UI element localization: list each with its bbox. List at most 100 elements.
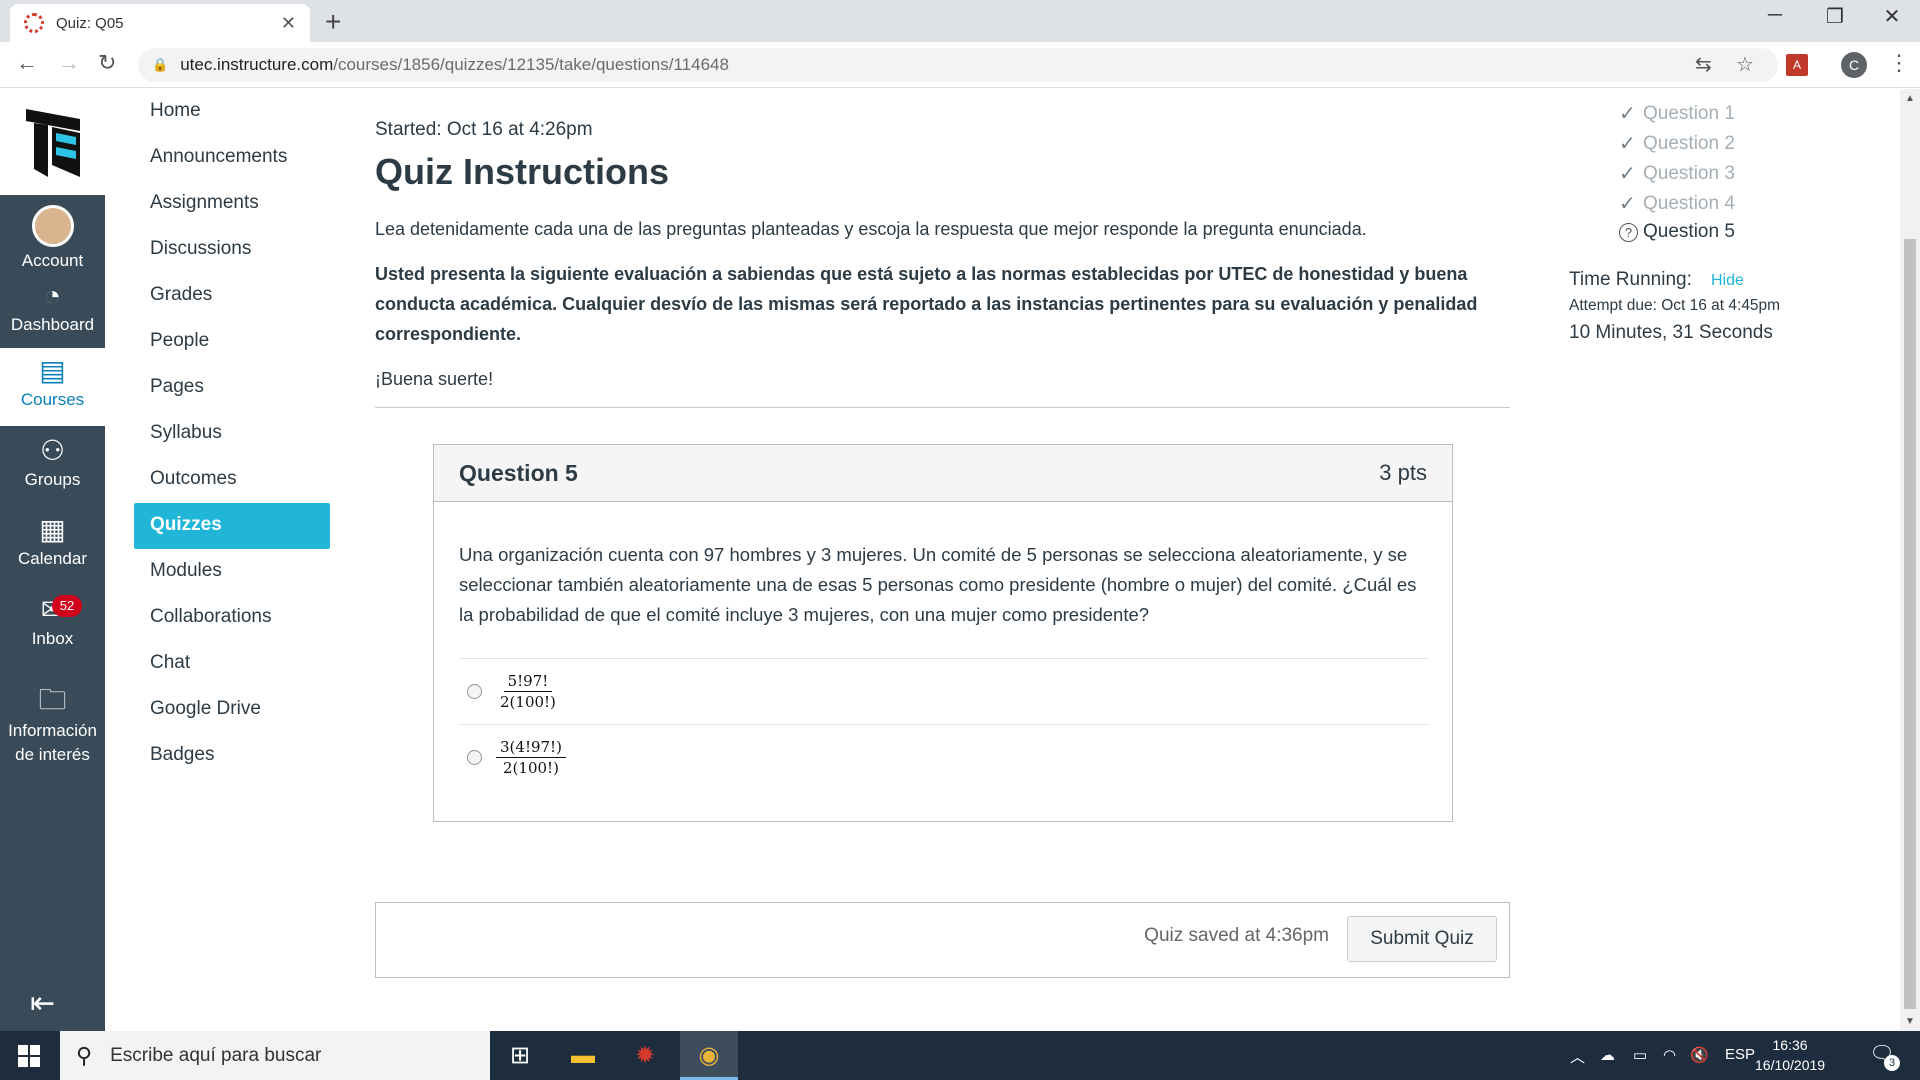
course-nav-home[interactable]: Home [134, 89, 330, 135]
answer-option[interactable]: 5!97! 2(100!) [459, 658, 1429, 724]
back-icon[interactable]: ← [16, 50, 38, 76]
reload-icon[interactable]: ↻ [98, 50, 116, 76]
course-nav-modules[interactable]: Modules [134, 549, 330, 595]
tray-chevron-icon[interactable]: ︿ [1570, 1046, 1585, 1067]
pdf-extension-icon[interactable]: A [1786, 54, 1808, 76]
hide-timer-link[interactable]: Hide [1711, 272, 1744, 290]
answer-fraction: 5!97! 2(100!) [496, 672, 560, 711]
search-placeholder: Escribe aquí para buscar [110, 1044, 322, 1066]
course-nav-people[interactable]: People [134, 319, 330, 365]
system-clock[interactable]: 16:36 16/10/2019 [1755, 1035, 1825, 1075]
new-tab-icon[interactable]: + [325, 6, 341, 38]
browser-tab-strip: Quiz: Q05 ✕ + ─ ❐ ✕ [0, 0, 1920, 42]
chrome-taskbar-button[interactable]: ◉ [680, 1031, 738, 1080]
page-scrollbar[interactable]: ▲ ▼ [1900, 89, 1920, 1031]
url-path: /courses/1856/quizzes/12135/take/questio… [333, 55, 729, 74]
fraction-denominator: 2(100!) [503, 759, 559, 777]
close-window-icon[interactable]: ✕ [1862, 4, 1920, 29]
restore-icon[interactable]: ❐ [1805, 4, 1865, 29]
course-nav-outcomes[interactable]: Outcomes [134, 457, 330, 503]
file-explorer-icon[interactable]: ▬ [568, 1041, 598, 1071]
divider [375, 407, 1510, 408]
dashboard-icon: ◔ [44, 280, 61, 311]
windows-taskbar: ⚲ Escribe aquí para buscar ⊞ ▬ ✹ ◉ ︿ ☁ ▭… [0, 1031, 1920, 1080]
translate-icon[interactable]: ⇆ [1695, 52, 1712, 77]
global-nav-label: Groups [24, 470, 81, 489]
scroll-down-icon[interactable]: ▼ [1905, 1016, 1915, 1027]
address-bar[interactable]: 🔒 utec.instructure.com/courses/1856/quiz… [138, 48, 1778, 82]
question-link-2[interactable]: ✓ Question 2 [1619, 131, 1735, 156]
task-view-icon[interactable]: ⊞ [505, 1041, 535, 1071]
taskbar-search[interactable]: ⚲ Escribe aquí para buscar [60, 1031, 490, 1080]
battery-icon[interactable]: ▭ [1633, 1046, 1647, 1064]
fraction-denominator: 2(100!) [500, 693, 556, 711]
instructions-text: Lea detenidamente cada una de las pregun… [375, 219, 1367, 239]
check-icon: ✓ [1619, 193, 1636, 215]
onedrive-icon[interactable]: ☁ [1600, 1046, 1615, 1064]
browser-toolbar: ← → ↻ 🔒 utec.instructure.com/courses/185… [0, 42, 1920, 88]
course-navigation: Home Announcements Assignments Discussio… [134, 89, 330, 779]
answer-radio[interactable] [467, 750, 482, 765]
course-nav-collaborations[interactable]: Collaborations [134, 595, 330, 641]
chrome-icon: ◉ [698, 1042, 720, 1069]
course-nav-quizzes[interactable]: Quizzes [134, 503, 330, 549]
wifi-icon[interactable]: ◠ [1663, 1046, 1676, 1064]
app-icon[interactable]: ✹ [630, 1041, 660, 1071]
speaker-muted-icon[interactable]: 🔇 [1690, 1046, 1709, 1064]
scroll-thumb[interactable] [1904, 239, 1916, 1009]
global-nav-label: Información de interés [8, 721, 97, 764]
question-link-5[interactable]: ? Question 5 [1619, 221, 1735, 243]
quiz-saved-status: Quiz saved at 4:36pm [1144, 925, 1329, 946]
language-indicator[interactable]: ESP [1725, 1046, 1755, 1063]
collapse-nav-icon[interactable]: ⇤ [30, 986, 55, 1021]
course-nav-grades[interactable]: Grades [134, 273, 330, 319]
menu-dots-icon[interactable]: ⋮ [1888, 50, 1910, 76]
global-nav-dashboard[interactable]: ◔ Dashboard [0, 279, 105, 335]
global-nav-informacion[interactable]: 🗀 Información de interés [0, 683, 105, 767]
course-nav-chat[interactable]: Chat [134, 641, 330, 687]
forward-icon[interactable]: → [58, 50, 80, 76]
submit-quiz-button[interactable]: Submit Quiz [1347, 916, 1497, 962]
browser-tab[interactable]: Quiz: Q05 ✕ [10, 4, 310, 42]
answer-fraction: 3(4!97!) 2(100!) [496, 738, 566, 777]
global-nav-label: Dashboard [10, 315, 95, 334]
course-nav-discussions[interactable]: Discussions [134, 227, 330, 273]
scroll-up-icon[interactable]: ▲ [1905, 93, 1915, 104]
bookmark-star-icon[interactable]: ☆ [1736, 52, 1754, 77]
notifications-icon[interactable]: 🗨 3 [1868, 1041, 1900, 1071]
logo-area[interactable] [0, 89, 105, 195]
global-nav-calendar[interactable]: ▦ Calendar [0, 513, 105, 569]
answer-radio[interactable] [467, 684, 482, 699]
question-text: Una organización cuenta con 97 hombres y… [459, 544, 1417, 625]
minimize-icon[interactable]: ─ [1745, 4, 1805, 27]
global-nav-label: Calendar [18, 549, 87, 568]
profile-avatar[interactable]: C [1841, 52, 1867, 78]
fraction-numerator: 3(4!97!) [496, 738, 566, 758]
course-nav-assignments[interactable]: Assignments [134, 181, 330, 227]
question-link-3[interactable]: ✓ Question 3 [1619, 161, 1735, 186]
windows-start-icon[interactable] [18, 1045, 40, 1067]
course-nav-pages[interactable]: Pages [134, 365, 330, 411]
check-icon: ✓ [1619, 163, 1636, 185]
question-link-1[interactable]: ✓ Question 1 [1619, 101, 1735, 126]
question-link-4[interactable]: ✓ Question 4 [1619, 191, 1735, 216]
inbox-unread-badge: 52 [52, 595, 82, 617]
started-timestamp: Started: Oct 16 at 4:26pm [375, 119, 593, 140]
groups-icon: ⚇ [39, 435, 66, 466]
avatar [31, 205, 74, 247]
close-tab-icon[interactable]: ✕ [281, 13, 296, 34]
course-nav-syllabus[interactable]: Syllabus [134, 411, 330, 457]
honesty-statement: Usted presenta la siguiente evaluación a… [375, 264, 1478, 344]
check-icon: ✓ [1619, 133, 1636, 155]
question-header: Question 5 3 pts [434, 445, 1452, 502]
course-nav-badges[interactable]: Badges [134, 733, 330, 779]
global-nav-inbox[interactable]: ✉ 52 Inbox [0, 593, 105, 649]
answer-option[interactable]: 3(4!97!) 2(100!) [459, 724, 1429, 790]
global-nav-groups[interactable]: ⚇ Groups [0, 434, 105, 490]
global-nav-label: Account [21, 251, 84, 270]
global-nav-courses[interactable]: ▤ Courses [0, 348, 105, 426]
global-nav-account[interactable]: Account [0, 205, 105, 271]
course-nav-announcements[interactable]: Announcements [134, 135, 330, 181]
time-remaining: 10 Minutes, 31 Seconds [1569, 322, 1773, 343]
course-nav-google-drive[interactable]: Google Drive [134, 687, 330, 733]
